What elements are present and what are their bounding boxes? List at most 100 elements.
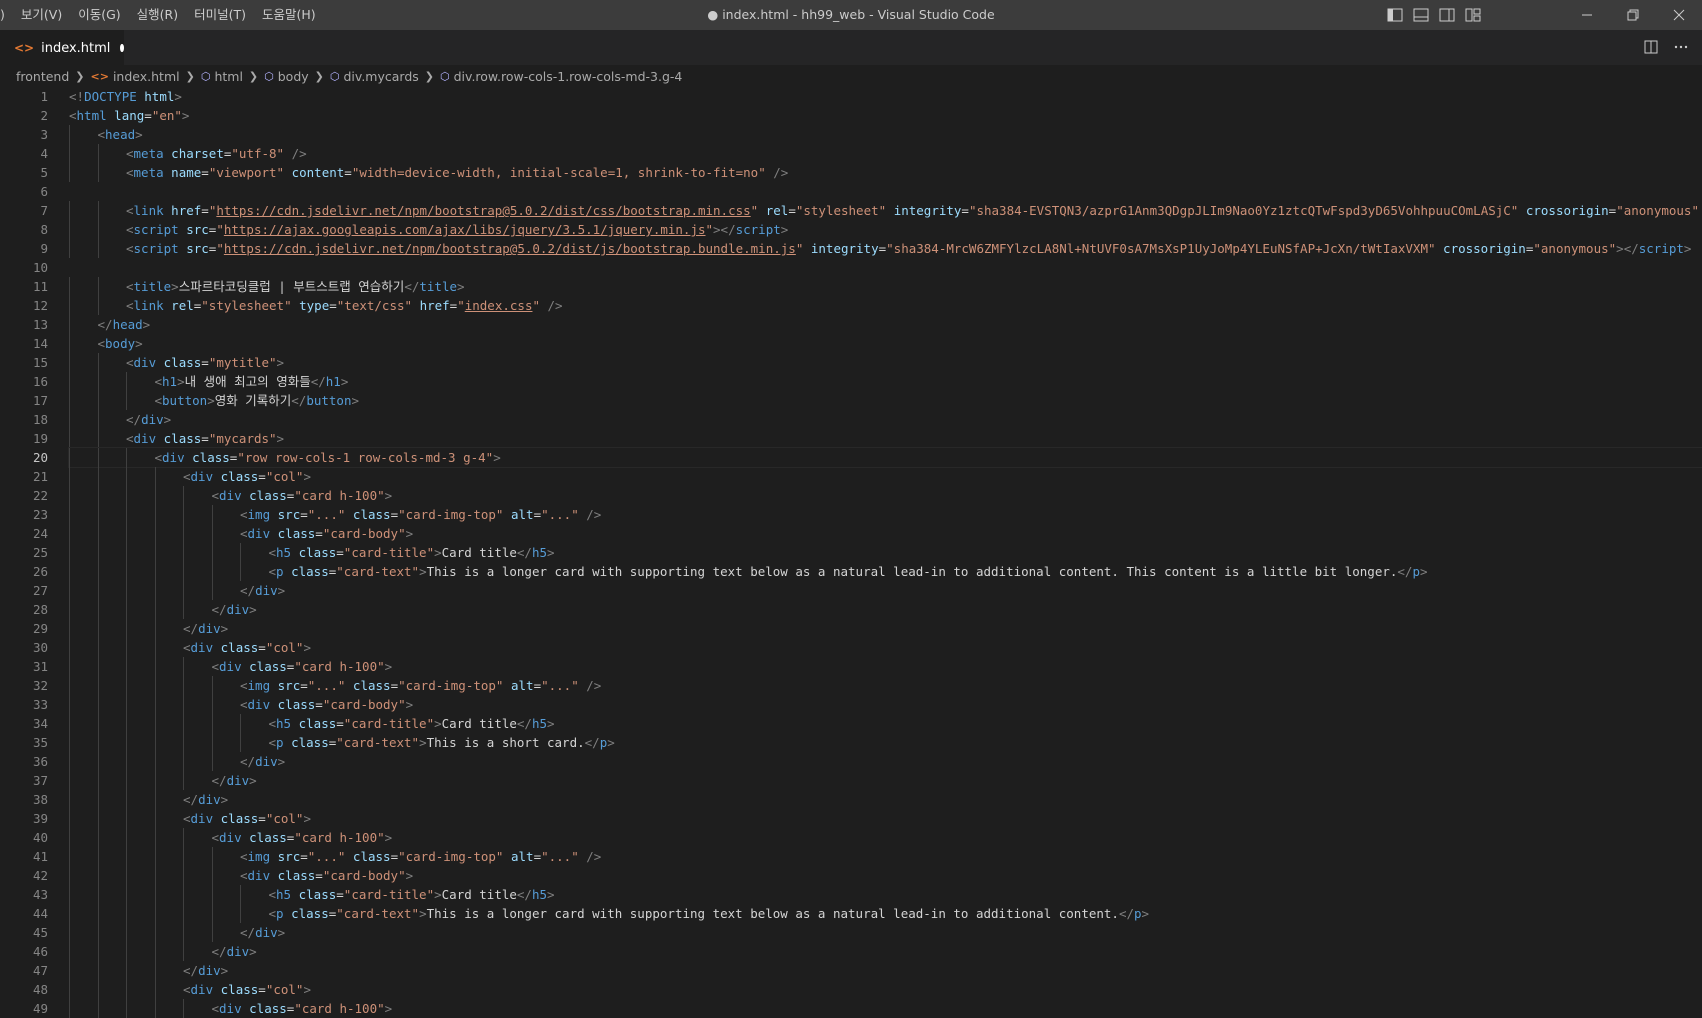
code-token: h5 [276, 545, 292, 560]
code-token: > [405, 697, 414, 712]
indent-guide [69, 372, 70, 391]
line-number: 30 [32, 640, 48, 655]
menu-item-go[interactable]: 이동(G) [70, 0, 128, 30]
code-line[interactable]: </div> [69, 581, 1702, 600]
customize-layout-icon[interactable] [1464, 6, 1482, 24]
code-line[interactable]: <img src="..." class="card-img-top" alt=… [69, 505, 1702, 524]
code-line[interactable]: <script src="https://cdn.jsdelivr.net/np… [69, 239, 1702, 258]
code-line[interactable]: <body> [69, 334, 1702, 353]
code-line-content: </div> [212, 773, 257, 788]
indent-guide [154, 524, 156, 543]
code-line[interactable]: <link rel="stylesheet" type="text/css" h… [69, 296, 1702, 315]
indent-guide [154, 486, 156, 505]
code-line[interactable]: <img src="..." class="card-img-top" alt=… [69, 676, 1702, 695]
code-line-content: <body> [98, 336, 143, 351]
menu-item-help[interactable]: 도움말(H) [254, 0, 324, 30]
code-line[interactable]: </div> [69, 619, 1702, 638]
code-line-content: <p class="card-text">This is a short car… [269, 735, 615, 750]
breadcrumb-item-mycards[interactable]: ⬡ div.mycards ❯ [330, 69, 440, 84]
code-line[interactable]: <div class="col"> [69, 638, 1702, 657]
menu-item-terminal[interactable]: 터미널(T) [186, 0, 254, 30]
menu-item-clipped[interactable]: ) [0, 0, 13, 30]
code-token: p [276, 564, 284, 579]
code-token: class [298, 545, 337, 560]
code-line[interactable]: </div> [69, 790, 1702, 809]
menu-item-run[interactable]: 실행(R) [129, 0, 186, 30]
close-icon[interactable] [1656, 0, 1702, 30]
minimize-icon[interactable] [1564, 0, 1610, 30]
menu-item-view[interactable]: 보기(V) [13, 0, 70, 30]
code-line[interactable]: <head> [69, 125, 1702, 144]
code-line[interactable]: </head> [69, 315, 1702, 334]
code-line[interactable]: <img src="..." class="card-img-top" alt=… [69, 847, 1702, 866]
toggle-secondary-sidebar-icon[interactable] [1438, 6, 1456, 24]
code-line[interactable]: <div class="col"> [69, 980, 1702, 999]
chevron-right-icon: ❯ [248, 69, 259, 83]
indent-guide [97, 448, 99, 467]
restore-icon[interactable] [1610, 0, 1656, 30]
breadcrumb-item-row[interactable]: ⬡ div.row.row-cols-1.row-cols-md-3.g-4 [440, 69, 682, 84]
code-line[interactable]: <meta charset="utf-8" /> [69, 144, 1702, 163]
breadcrumb-item-html[interactable]: ⬡ html ❯ [201, 69, 264, 84]
code-line[interactable]: <div class="card-body"> [69, 866, 1702, 885]
line-number: 6 [40, 184, 48, 199]
unsaved-indicator-icon[interactable] [120, 44, 124, 52]
indent-guide [97, 733, 99, 752]
code-line[interactable]: <div class="card-body"> [69, 524, 1702, 543]
code-line[interactable]: </div> [69, 942, 1702, 961]
code-token: </ [310, 374, 326, 389]
toggle-panel-icon[interactable] [1412, 6, 1430, 24]
code-line[interactable]: <h1>내 생애 최고의 영화들</h1> [69, 372, 1702, 391]
code-line[interactable]: </div> [69, 600, 1702, 619]
code-line[interactable] [69, 182, 1702, 201]
code-line[interactable]: <div class="mytitle"> [69, 353, 1702, 372]
code-line[interactable]: </div> [69, 923, 1702, 942]
code-token: </ [183, 792, 199, 807]
code-area[interactable]: <!DOCTYPE html> <html lang="en"> <head> <me… [68, 87, 1702, 1018]
code-line[interactable]: <h5 class="card-title">Card title</h5> [69, 714, 1702, 733]
code-line[interactable]: <script src="https://ajax.googleapis.com… [69, 220, 1702, 239]
code-line[interactable]: <div class="mycards"> [69, 429, 1702, 448]
tab-index-html[interactable]: <> index.html [0, 30, 124, 65]
split-editor-icon[interactable] [1642, 38, 1660, 56]
code-line[interactable]: <div class="col"> [69, 467, 1702, 486]
breadcrumb-item-file[interactable]: <> index.html ❯ [91, 69, 201, 84]
line-number: 29 [32, 621, 48, 636]
code-editor[interactable]: 1 2 3 4 5 6 7 8 9 10 11 12 13 14 15 16 17 18 19 20 21 22 23 24 2… [0, 87, 1702, 1018]
code-line[interactable]: <div class="card h-100"> [69, 999, 1702, 1018]
code-line[interactable]: <div class="row row-cols-1 row-cols-md-3… [68, 447, 1702, 468]
code-line[interactable] [69, 258, 1702, 277]
code-token: < [126, 146, 134, 161]
code-line[interactable]: <html lang="en"> [69, 106, 1702, 125]
breadcrumb-item-body[interactable]: ⬡ body ❯ [264, 69, 330, 84]
code-line[interactable]: <p class="card-text">This is a short car… [69, 733, 1702, 752]
code-line[interactable]: <h5 class="card-title">Card title</h5> [69, 543, 1702, 562]
code-line[interactable]: <p class="card-text">This is a longer ca… [69, 562, 1702, 581]
code-line[interactable]: <meta name="viewport" content="width=dev… [69, 163, 1702, 182]
code-line[interactable]: <title>스파르타코딩클럽 | 부트스트랩 연습하기</title> [69, 277, 1702, 296]
code-line[interactable]: <div class="col"> [69, 809, 1702, 828]
indent-guide [97, 771, 99, 790]
code-line[interactable]: <div class="card-body"> [69, 695, 1702, 714]
code-line[interactable]: </div> [69, 752, 1702, 771]
indent-guide [183, 771, 184, 790]
code-line[interactable]: <div class="card h-100"> [69, 657, 1702, 676]
code-line[interactable]: <div class="card h-100"> [69, 828, 1702, 847]
toggle-primary-sidebar-icon[interactable] [1386, 6, 1404, 24]
code-line[interactable]: <button>영화 기록하기</button> [69, 391, 1702, 410]
more-actions-icon[interactable] [1672, 38, 1690, 56]
code-token: "card h-100" [294, 830, 385, 845]
code-line[interactable]: </div> [69, 410, 1702, 429]
indent-guide [154, 828, 156, 847]
code-line[interactable]: <link href="https://cdn.jsdelivr.net/npm… [69, 201, 1702, 220]
breadcrumb-item-folder[interactable]: frontend ❯ [16, 69, 91, 84]
code-token: = [315, 697, 323, 712]
code-line[interactable]: <div class="card h-100"> [69, 486, 1702, 505]
code-line[interactable]: <!DOCTYPE html> [69, 87, 1702, 106]
code-line[interactable]: </div> [69, 961, 1702, 980]
indent-guide [69, 353, 70, 372]
code-line[interactable]: <p class="card-text">This is a longer ca… [69, 904, 1702, 923]
code-line[interactable]: <h5 class="card-title">Card title</h5> [69, 885, 1702, 904]
code-line[interactable]: </div> [69, 771, 1702, 790]
